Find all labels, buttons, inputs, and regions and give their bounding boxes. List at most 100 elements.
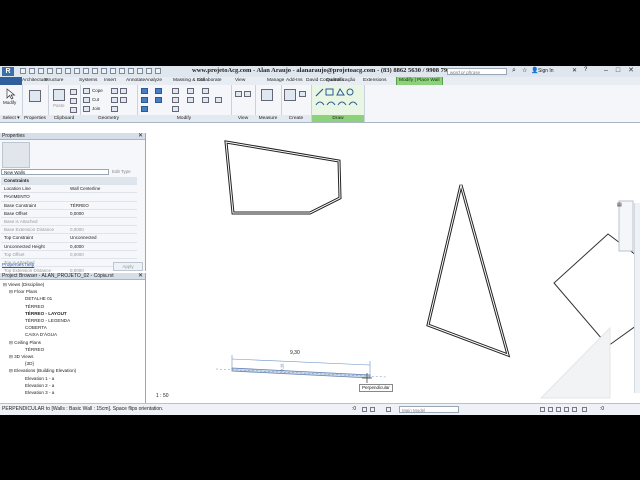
create-group-icon[interactable] <box>284 89 296 101</box>
tab-quantifica-o[interactable]: Quantificação <box>324 77 357 85</box>
select-underlay-icon[interactable] <box>548 407 553 412</box>
sign-in-link[interactable]: Sign In <box>538 68 554 74</box>
cursor-arrow-icon[interactable] <box>6 88 16 100</box>
active-model-select[interactable]: Main Model <box>399 406 459 413</box>
hide-element-icon[interactable] <box>244 91 251 97</box>
align-icon[interactable] <box>141 88 148 94</box>
property-value[interactable]: 0,0000 <box>70 251 84 258</box>
rotate-icon[interactable] <box>172 88 179 94</box>
cut-geometry-icon[interactable] <box>83 97 90 103</box>
demolish-icon[interactable] <box>120 97 127 103</box>
match-type-icon[interactable] <box>70 107 77 113</box>
switch-windows-icon[interactable] <box>146 68 152 74</box>
close-icon[interactable]: ✕ <box>138 273 143 280</box>
property-value[interactable]: 0,4000 <box>70 243 84 250</box>
open-icon[interactable] <box>20 68 26 74</box>
property-row[interactable]: Base Constraint TÉRREO <box>1 202 137 210</box>
join-icon[interactable] <box>83 106 90 112</box>
filter-icon[interactable] <box>582 407 587 412</box>
tab-systems[interactable]: Systems <box>77 77 99 85</box>
property-row[interactable]: Base Extension Distance 0,0000 <box>1 226 137 235</box>
3d-view-icon[interactable] <box>110 68 116 74</box>
paint-icon[interactable] <box>111 97 118 103</box>
property-value[interactable]: 0,0000 <box>70 226 84 233</box>
aligned-dimension-icon[interactable] <box>83 68 89 74</box>
print-icon[interactable] <box>65 68 71 74</box>
property-value[interactable]: 0,0000 <box>70 210 84 217</box>
browser-item[interactable]: ⊟ Elevations (Building Elevation) <box>9 368 76 374</box>
modify-button[interactable]: Modify <box>3 100 16 105</box>
search-icon[interactable]: ⌕ <box>512 67 516 75</box>
maximize-icon[interactable]: □ <box>614 67 622 75</box>
property-value[interactable]: TÉRREO <box>70 202 89 209</box>
scale-icon[interactable] <box>187 97 194 103</box>
customize-icon[interactable] <box>155 68 161 74</box>
browser-item[interactable]: Elevation 1 - a <box>25 376 54 381</box>
wall-joins-icon[interactable] <box>111 88 118 94</box>
close-icon[interactable]: ✕ <box>138 133 143 140</box>
browser-item[interactable]: CAIXA D'ÁGUA <box>25 332 57 337</box>
close-hidden-icon[interactable] <box>137 68 143 74</box>
property-row[interactable]: PAVIMENTO <box>1 193 137 202</box>
tab-analyze[interactable]: Analyze <box>143 77 164 85</box>
browser-item[interactable]: TÉRREO <box>25 347 44 352</box>
property-row[interactable]: Base Offset 0,0000 <box>1 210 137 218</box>
apply-button[interactable]: Apply <box>113 262 143 271</box>
drag-elements-icon[interactable] <box>572 407 577 412</box>
tab-add-ins[interactable]: Add-Ins <box>284 77 305 85</box>
remove-paint-icon[interactable] <box>111 106 118 112</box>
tab-file[interactable] <box>0 77 22 85</box>
tab-insert[interactable]: Insert <box>102 77 118 85</box>
close-icon[interactable]: ✕ <box>627 67 635 75</box>
copy-icon[interactable] <box>70 98 77 104</box>
save-icon[interactable] <box>29 68 35 74</box>
tab-structure[interactable]: Structure <box>42 77 65 85</box>
property-row[interactable]: Top Offset 0,0000 <box>1 251 137 259</box>
paste-icon[interactable] <box>53 89 65 101</box>
property-row[interactable]: Unconnected Height 0,4000 <box>1 243 137 251</box>
create-similar-icon[interactable] <box>299 91 306 97</box>
array-icon[interactable] <box>187 88 194 94</box>
tag-icon[interactable] <box>92 68 98 74</box>
tab-view[interactable]: View <box>233 77 247 85</box>
undo-icon[interactable] <box>47 68 53 74</box>
browser-item[interactable]: ⊟ Views (Discipline) <box>3 282 44 288</box>
tab-collaborate[interactable]: Collaborate <box>195 77 224 85</box>
split-icon[interactable] <box>172 106 179 112</box>
measure-icon[interactable] <box>74 68 80 74</box>
edit-type-button[interactable]: Edit Type <box>112 169 131 174</box>
measure-tool-icon[interactable] <box>261 89 273 101</box>
properties-icon[interactable] <box>29 90 41 102</box>
view-scale[interactable]: 1 : 50 <box>156 393 169 399</box>
sync-icon[interactable] <box>38 68 44 74</box>
editable-only-icon[interactable] <box>362 407 367 412</box>
help-icon[interactable]: ? <box>584 67 587 73</box>
delete-icon[interactable] <box>215 97 222 103</box>
text-icon[interactable] <box>101 68 107 74</box>
property-row[interactable]: Constraints <box>1 177 137 186</box>
properties-help-link[interactable]: Properties help <box>2 263 34 268</box>
pin-icon[interactable] <box>202 88 209 94</box>
select-pinned-icon[interactable] <box>556 407 561 412</box>
unpin-icon[interactable] <box>202 97 209 103</box>
property-value[interactable]: Unconnected <box>70 234 97 241</box>
property-row[interactable]: Location Line Wall Centerline <box>1 185 137 194</box>
design-options-icon[interactable] <box>370 407 375 412</box>
override-graphics-icon[interactable] <box>235 91 242 97</box>
draw-tools-icons[interactable] <box>314 87 362 111</box>
temporary-dimension[interactable]: 9,30 <box>290 350 300 356</box>
browser-item[interactable]: ⊟ 3D Views <box>9 354 33 360</box>
search-input[interactable]: word or phrase <box>447 68 507 75</box>
offset-icon[interactable] <box>141 106 148 112</box>
select-by-face-icon[interactable] <box>564 407 569 412</box>
property-row[interactable]: Top Constraint Unconnected <box>1 234 137 243</box>
cut-icon[interactable] <box>70 89 77 95</box>
redo-icon[interactable] <box>56 68 62 74</box>
minimize-icon[interactable]: – <box>602 67 610 75</box>
mirror-axis-icon[interactable] <box>155 88 162 94</box>
type-selector[interactable]: New Walls <box>1 169 109 175</box>
browser-item[interactable]: COBERTA <box>25 325 47 330</box>
worksets-icon[interactable] <box>386 407 391 412</box>
select-links-icon[interactable] <box>540 407 545 412</box>
browser-item[interactable]: DETALHE 01 <box>25 296 52 301</box>
